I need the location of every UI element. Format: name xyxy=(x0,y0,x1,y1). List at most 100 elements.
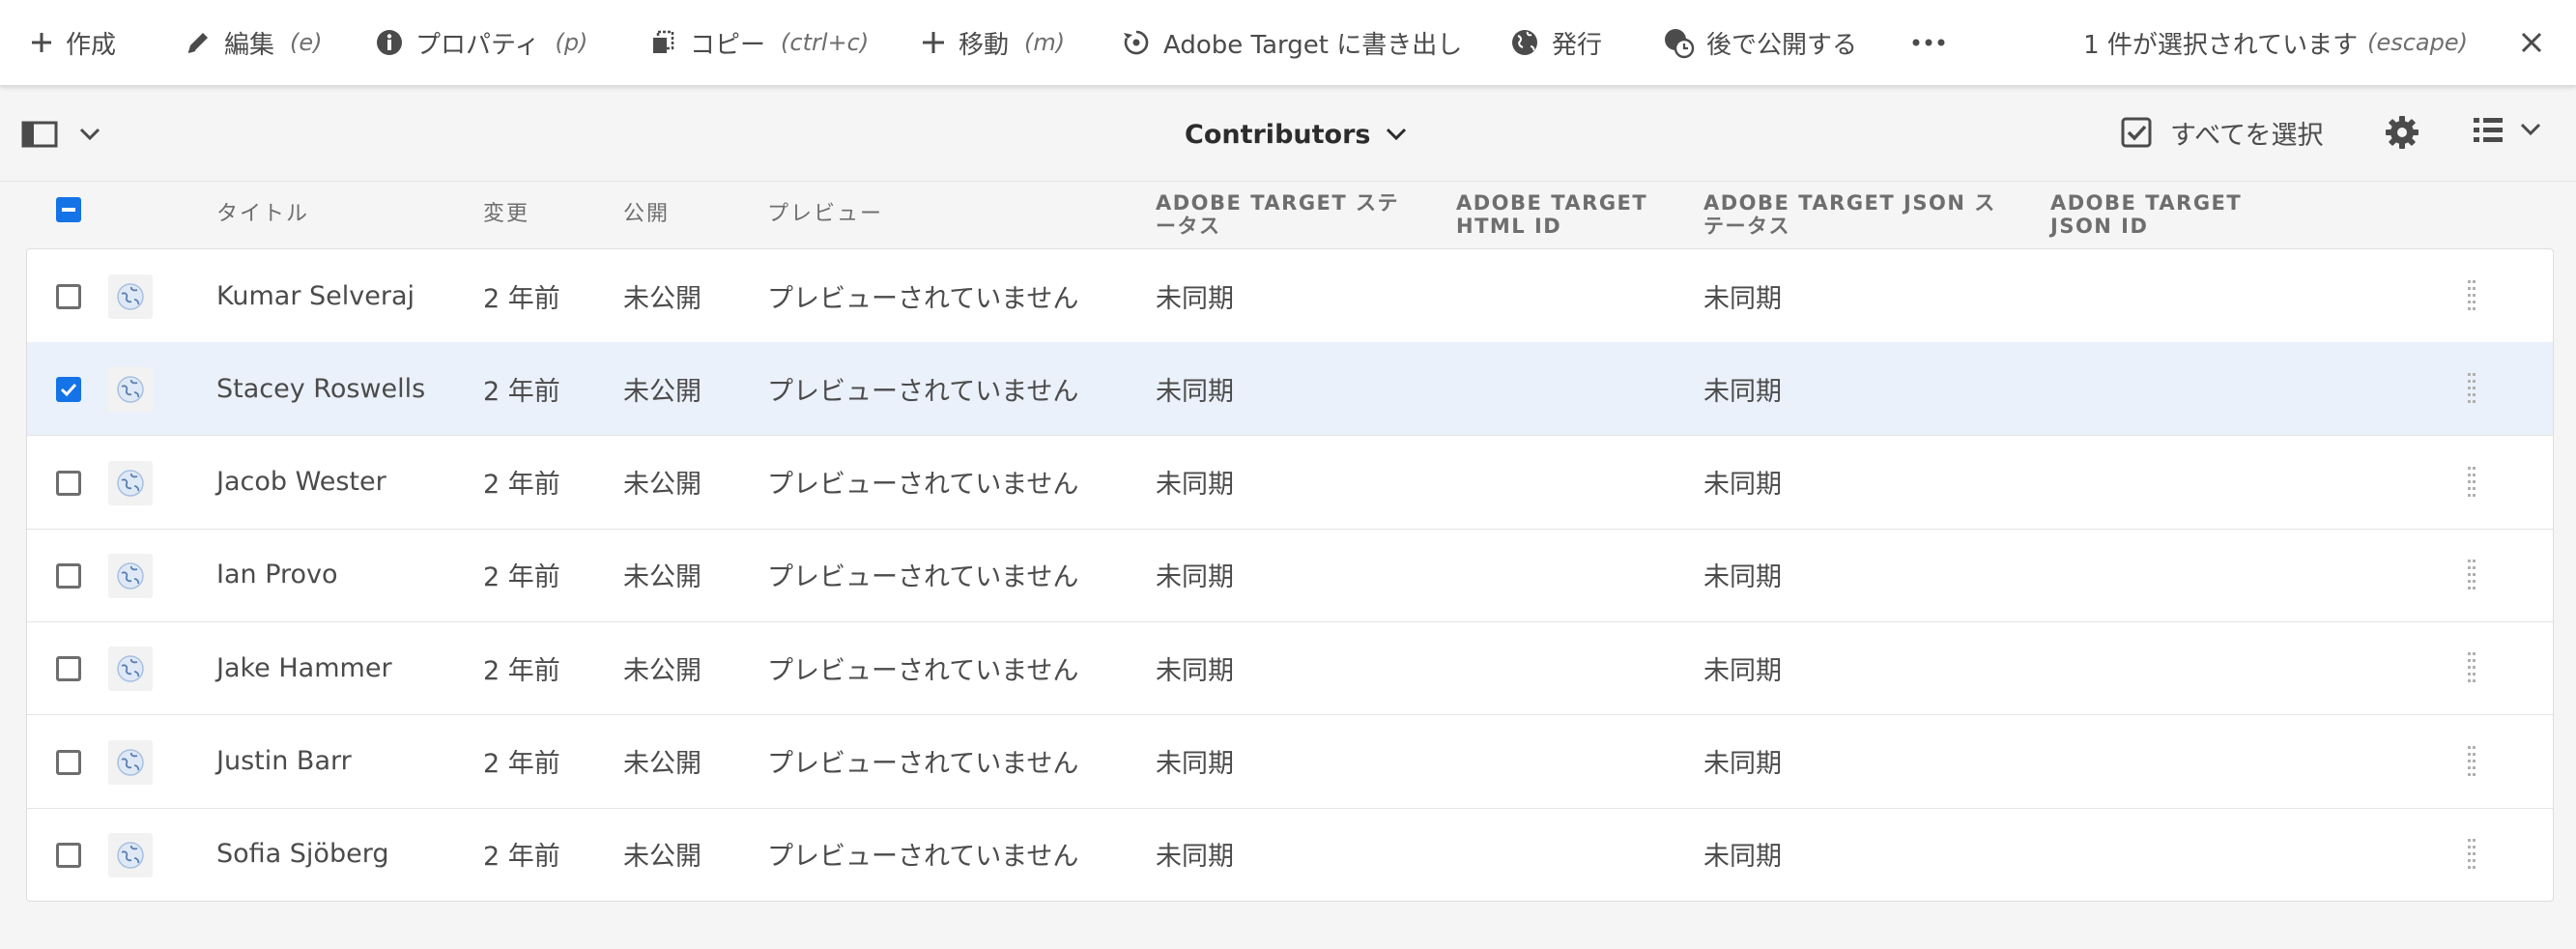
table-row[interactable]: Jacob Wester 2 年前 未公開 プレビューされていません 未同期 未… xyxy=(27,436,2553,530)
cell-title[interactable]: Jake Hammer xyxy=(216,621,392,714)
properties-label: プロパティ xyxy=(415,30,540,60)
cell-published: 未公開 xyxy=(623,842,701,873)
column-header-title[interactable]: タイトル xyxy=(216,182,309,247)
more-button[interactable] xyxy=(1911,0,1946,85)
cell-preview: プレビューされていません xyxy=(767,470,1079,501)
content-fragment-thumbnail xyxy=(108,367,153,413)
cell-modified: 2 年前 xyxy=(483,470,560,501)
export-target-button[interactable]: Adobe Target に書き出し xyxy=(1121,0,1462,85)
drag-handle-icon[interactable] xyxy=(2466,744,2477,779)
rail-toggle-button[interactable] xyxy=(21,115,100,154)
row-checkbox[interactable] xyxy=(56,562,81,589)
cell-target-status: 未同期 xyxy=(1156,749,1234,779)
folder-title-dropdown[interactable]: Contributors xyxy=(1185,109,1407,159)
more-icon xyxy=(1912,39,1945,46)
cell-published: 未公開 xyxy=(623,655,701,686)
cell-target-status: 未同期 xyxy=(1156,655,1234,686)
drag-handle-icon[interactable] xyxy=(2466,837,2477,872)
edit-shortcut: (e) xyxy=(290,29,323,56)
column-header-published[interactable]: 公開 xyxy=(623,182,670,247)
folder-title: Contributors xyxy=(1185,119,1371,150)
row-checkbox[interactable] xyxy=(56,284,81,309)
cell-title[interactable]: Jacob Wester xyxy=(216,436,386,529)
drag-handle-icon[interactable] xyxy=(2466,650,2477,685)
cell-preview: プレビューされていません xyxy=(767,283,1079,314)
publish-later-button[interactable]: 後で公開する xyxy=(1662,0,1857,85)
move-shortcut: (m) xyxy=(1024,29,1066,56)
selection-count-text: 1 件が選択されています xyxy=(2083,30,2359,60)
copy-shortcut: (ctrl+c) xyxy=(781,29,870,56)
cell-published: 未公開 xyxy=(623,749,701,779)
publish-later-label: 後で公開する xyxy=(1706,30,1858,60)
select-all-rows-checkbox[interactable] xyxy=(56,197,81,222)
cell-preview: プレビューされていません xyxy=(767,842,1079,873)
table-row[interactable]: Sofia Sjöberg 2 年前 未公開 プレビューされていません 未同期 … xyxy=(27,808,2553,901)
row-checkbox[interactable] xyxy=(56,656,81,682)
row-checkbox[interactable] xyxy=(56,377,81,403)
drag-handle-icon[interactable] xyxy=(2466,278,2477,313)
table-row[interactable]: Jake Hammer 2 年前 未公開 プレビューされていません 未同期 未同… xyxy=(27,621,2553,716)
target-export-icon xyxy=(1124,30,1149,55)
properties-shortcut: (p) xyxy=(555,29,588,56)
cell-published: 未公開 xyxy=(623,562,701,593)
row-checkbox[interactable] xyxy=(56,470,81,496)
view-toolbar: Contributors すべてを選択 xyxy=(0,86,2576,182)
content-fragment-thumbnail xyxy=(108,553,153,598)
selection-shortcut: (escape) xyxy=(2367,29,2468,56)
globe-icon xyxy=(1512,30,1537,55)
table-row[interactable]: Justin Barr 2 年前 未公開 プレビューされていません 未同期 未同… xyxy=(27,715,2553,809)
drag-handle-icon[interactable] xyxy=(2466,371,2477,406)
column-header-target-json-id[interactable]: ADOBE TARGET JSON ID xyxy=(2050,182,2273,247)
column-header-target-html-id[interactable]: ADOBE TARGET HTML ID xyxy=(1456,182,1678,247)
column-header-target-status[interactable]: ADOBE TARGET ステータス xyxy=(1156,182,1417,247)
table-row[interactable]: Ian Provo 2 年前 未公開 プレビューされていません 未同期 未同期 xyxy=(27,529,2553,622)
selection-status: 1 件が選択されています (escape) xyxy=(2083,0,2468,85)
content-fragment-thumbnail xyxy=(108,460,153,505)
pencil-icon xyxy=(187,33,208,53)
cell-title[interactable]: Stacey Roswells xyxy=(216,342,425,435)
cell-title[interactable]: Kumar Selveraj xyxy=(216,249,415,342)
column-header-modified[interactable]: 変更 xyxy=(483,182,530,247)
cell-published: 未公開 xyxy=(623,376,701,407)
move-button[interactable]: 移動 (m) xyxy=(920,0,1065,85)
properties-button[interactable]: プロパティ (p) xyxy=(375,0,587,85)
cell-modified: 2 年前 xyxy=(483,376,560,407)
edit-button[interactable]: 編集 (e) xyxy=(184,0,323,85)
cell-title[interactable]: Ian Provo xyxy=(216,529,338,621)
table-header: タイトル 変更 公開 プレビュー ADOBE TARGET ステータス ADOB… xyxy=(27,182,2553,247)
column-header-preview[interactable]: プレビュー xyxy=(767,182,883,247)
publish-button[interactable]: 発行 xyxy=(1509,0,1602,85)
row-checkbox[interactable] xyxy=(56,749,81,775)
table-row[interactable]: Kumar Selveraj 2 年前 未公開 プレビューされていません 未同期… xyxy=(27,249,2553,343)
view-switcher-button[interactable] xyxy=(2472,115,2541,144)
content-fragment-thumbnail xyxy=(108,739,153,785)
indeterminate-checkbox-icon xyxy=(56,197,81,222)
close-selection-button[interactable] xyxy=(2514,25,2549,60)
cell-preview: プレビューされていません xyxy=(767,655,1079,686)
chevron-down-icon xyxy=(79,128,100,141)
create-label: 作成 xyxy=(66,30,117,60)
view-settings-button[interactable] xyxy=(2385,115,2419,154)
cell-target-status: 未同期 xyxy=(1156,283,1234,314)
chevron-down-icon xyxy=(1387,128,1407,141)
create-button[interactable]: 作成 xyxy=(29,0,116,85)
cell-modified: 2 年前 xyxy=(483,749,560,779)
drag-handle-icon[interactable] xyxy=(2466,558,2477,592)
drag-handle-icon[interactable] xyxy=(2466,465,2477,500)
checkbox-icon xyxy=(56,377,81,403)
checkbox-icon xyxy=(56,749,81,775)
checkbox-icon xyxy=(56,842,81,868)
row-checkbox[interactable] xyxy=(56,842,81,868)
rail-panel-icon xyxy=(21,121,58,148)
column-header-target-json-status[interactable]: ADOBE TARGET JSON ステータス xyxy=(1703,182,2003,247)
cell-target-json-status: 未同期 xyxy=(1703,749,1782,779)
cell-title[interactable]: Justin Barr xyxy=(216,715,352,808)
fragment-icon xyxy=(117,562,144,590)
select-all-checkbox-icon xyxy=(2121,117,2152,148)
select-all-button[interactable]: すべてを選択 xyxy=(2120,107,2324,158)
globe-clock-icon xyxy=(1665,29,1695,59)
cell-title[interactable]: Sofia Sjöberg xyxy=(216,808,388,901)
edit-label: 編集 xyxy=(224,30,275,60)
table-row[interactable]: Stacey Roswells 2 年前 未公開 プレビューされていません 未同… xyxy=(27,342,2553,437)
copy-button[interactable]: コピー (ctrl+c) xyxy=(649,0,869,85)
